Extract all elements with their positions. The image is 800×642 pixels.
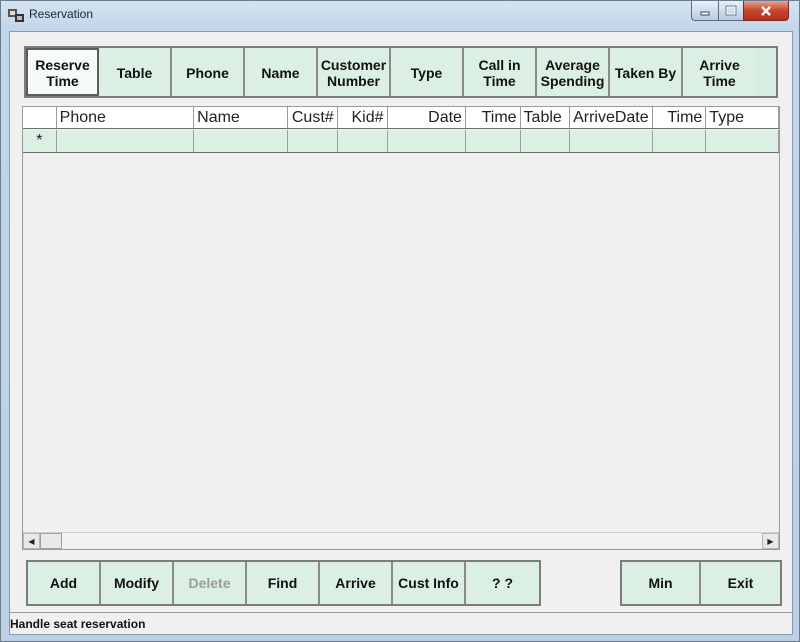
window-title: Reservation (29, 7, 94, 21)
action-button-bar: Add Modify Delete Find Arrive Cust Info? ? (26, 560, 541, 606)
sort-tab-phone[interactable]: Phone (172, 48, 245, 96)
exit-button[interactable]: Exit (701, 562, 780, 604)
horizontal-scrollbar[interactable]: ◀ ▶ (23, 532, 779, 549)
help-button[interactable]: ? ? (466, 562, 539, 604)
reservation-grid[interactable]: Phone Name Cust# Kid# Date Time Table ArriveDat… (22, 106, 780, 550)
delete-button[interactable]: Delete (174, 562, 247, 604)
new-row-cell[interactable] (706, 130, 779, 152)
column-header-type[interactable]: Type (706, 107, 779, 128)
column-header-cust-num[interactable]: Cust# (288, 107, 338, 128)
sort-tab-reserve-time[interactable]: Reserve Time (26, 48, 99, 96)
reservation-window: Reservation Reserve Time Table Phone Name Cu… (0, 0, 800, 642)
new-row-cell[interactable] (466, 130, 521, 152)
arrow-left-icon: ◀ (28, 536, 35, 546)
column-header-table[interactable]: Table (521, 107, 571, 128)
column-header-date[interactable]: Date (388, 107, 466, 128)
new-row-cell[interactable] (570, 130, 653, 152)
status-text: Handle seat reservation (10, 617, 146, 631)
sort-tab-average-spending[interactable]: Average Spending (537, 48, 610, 96)
sort-tab-table[interactable]: Table (99, 48, 172, 96)
new-row-cell[interactable] (194, 130, 288, 152)
cust-info-button[interactable]: Cust Info (393, 562, 466, 604)
new-row-cell[interactable] (288, 130, 338, 152)
client-area: Reserve Time Table Phone Name Customer Numbe… (9, 31, 793, 635)
header-row-selector (23, 107, 57, 128)
new-row-cell[interactable] (338, 130, 388, 152)
find-button[interactable]: Find (247, 562, 320, 604)
grid-new-row[interactable]: * (23, 130, 779, 153)
maximize-button[interactable] (718, 1, 744, 21)
sort-tab-taken-by[interactable]: Taken By (610, 48, 683, 96)
app-icon (8, 9, 24, 22)
minimize-icon (700, 11, 710, 15)
grid-empty-area[interactable] (23, 154, 779, 534)
column-header-time[interactable]: Time (466, 107, 521, 128)
status-bar: Handle seat reservation (10, 612, 792, 634)
sort-tab-call-in-time[interactable]: Call in Time (464, 48, 537, 96)
scroll-left-button[interactable]: ◀ (23, 533, 40, 549)
grid-header: Phone Name Cust# Kid# Date Time Table ArriveDat… (23, 107, 779, 129)
column-header-kid-num[interactable]: Kid# (338, 107, 388, 128)
new-row-cell[interactable] (521, 130, 571, 152)
title-bar[interactable]: Reservation (1, 1, 799, 29)
add-button[interactable]: Add (28, 562, 101, 604)
window-button-bar: Min Exit (620, 560, 782, 606)
scroll-track[interactable] (62, 533, 762, 549)
new-row-cell[interactable] (388, 130, 466, 152)
sort-tab-bar: Reserve Time Table Phone Name Customer Numbe… (24, 46, 778, 98)
maximize-icon (725, 5, 737, 16)
new-row-cell[interactable] (653, 130, 707, 152)
arrow-right-icon: ▶ (767, 536, 774, 546)
arrive-button[interactable]: Arrive (320, 562, 393, 604)
sort-tab-type[interactable]: Type (391, 48, 464, 96)
close-button[interactable] (743, 1, 789, 21)
sort-tab-customer-number[interactable]: Customer Number (318, 48, 391, 96)
new-row-cell[interactable] (57, 130, 195, 152)
column-header-name[interactable]: Name (194, 107, 288, 128)
modify-button[interactable]: Modify (101, 562, 174, 604)
minimize-button[interactable] (691, 1, 719, 21)
column-header-time[interactable]: Time (653, 107, 707, 128)
column-header-arrivedate[interactable]: ArriveDate (570, 107, 653, 128)
scroll-right-button[interactable]: ▶ (762, 533, 779, 549)
sort-tab-name[interactable]: Name (245, 48, 318, 96)
min-button[interactable]: Min (622, 562, 701, 604)
scroll-thumb[interactable] (40, 533, 62, 549)
new-row-marker[interactable]: * (23, 130, 57, 152)
column-header-phone[interactable]: Phone (57, 107, 195, 128)
sort-tab-arrive-time[interactable]: Arrive Time (683, 48, 756, 96)
close-icon (761, 5, 771, 16)
